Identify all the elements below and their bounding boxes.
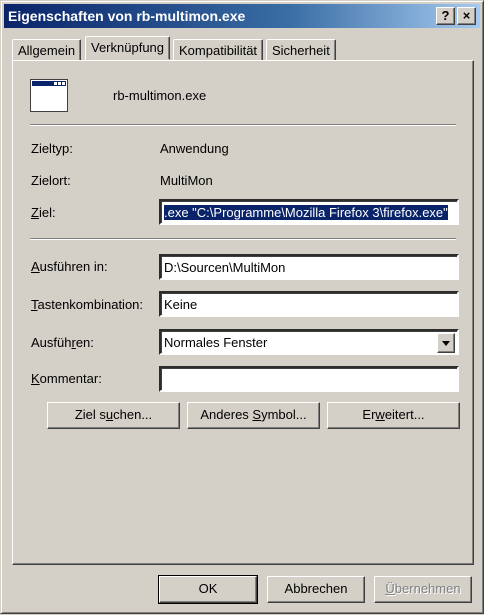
ziel-input[interactable]: .exe "C:\Programme\Mozilla Firefox 3\fir…: [159, 199, 459, 225]
separator: [30, 238, 456, 240]
abbrechen-button[interactable]: Abbrechen: [267, 576, 365, 603]
icon-dot: [58, 82, 61, 85]
kommentar-input[interactable]: [159, 366, 459, 392]
ausfuehren-in-input[interactable]: D:\Sourcen\MultiMon: [159, 254, 459, 280]
tastenkombination-label: Tastenkombination:: [31, 297, 144, 312]
separator: [30, 124, 456, 126]
erweitert-button[interactable]: Erweitert...: [327, 402, 460, 429]
zielort-value: MultiMon: [160, 173, 213, 188]
chevron-down-icon[interactable]: [437, 333, 455, 353]
ausfuehren-label: Ausführen:: [31, 335, 94, 350]
ausfuehren-in-label: Ausführen in:: [31, 259, 108, 274]
zieltyp-label: Zieltyp:: [31, 141, 73, 156]
ziel-label: Ziel:: [31, 205, 56, 220]
ziel-suchen-button[interactable]: Ziel suchen...: [47, 402, 180, 429]
application-window-icon: [30, 79, 68, 112]
ausfuehren-select[interactable]: Normales Fenster: [159, 329, 459, 355]
tastenkombination-input[interactable]: Keine: [159, 291, 459, 317]
anderes-symbol-button[interactable]: Anderes Symbol...: [187, 402, 320, 429]
uebernehmen-button[interactable]: Übernehmen: [374, 576, 472, 603]
icon-dot: [54, 82, 57, 85]
zielort-label: Zielort:: [31, 173, 71, 188]
ok-button[interactable]: OK: [158, 575, 258, 604]
properties-dialog: Eigenschaften von rb-multimon.exe ? × Al…: [0, 0, 484, 614]
ausfuehren-selected-value: Normales Fenster: [164, 335, 268, 350]
panel-content: rb-multimon.exe Zieltyp: Anwendung Zielo…: [1, 1, 484, 615]
zieltyp-value: Anwendung: [160, 141, 229, 156]
icon-dot: [62, 82, 65, 85]
shortcut-name: rb-multimon.exe: [113, 88, 207, 103]
kommentar-label: Kommentar:: [31, 371, 102, 386]
